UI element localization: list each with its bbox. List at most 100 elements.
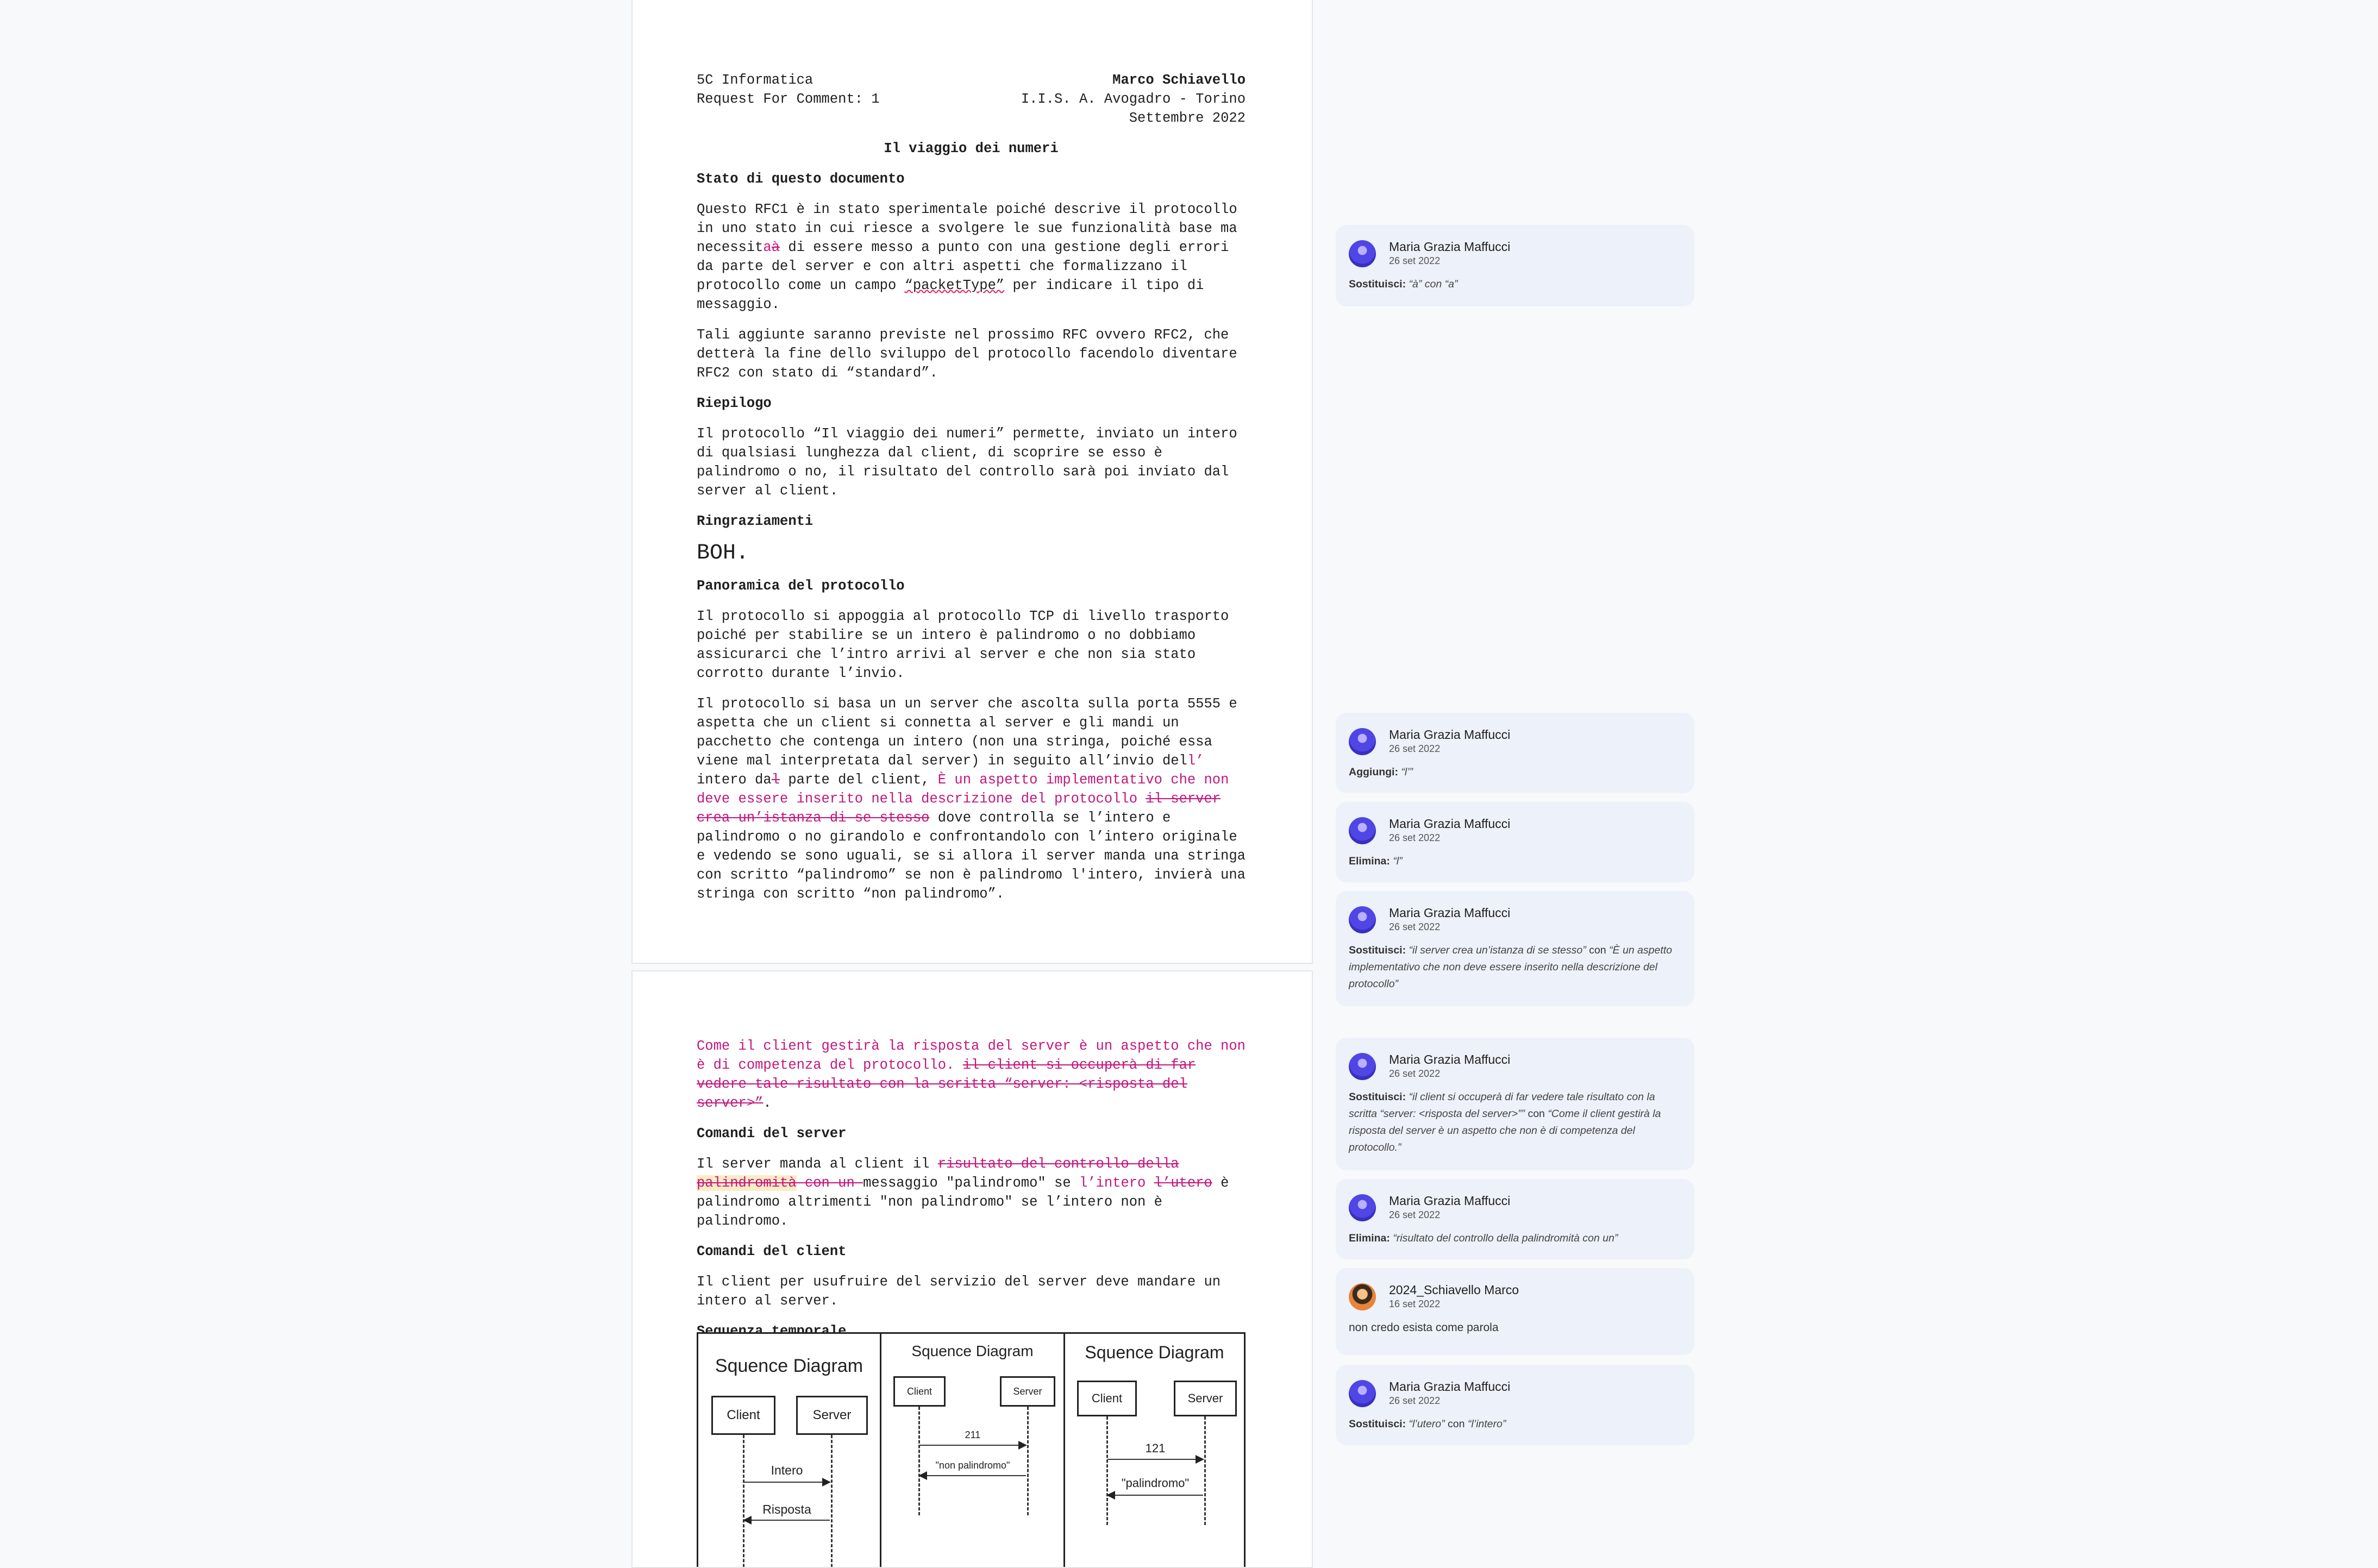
header-date: Settembre 2022: [1129, 110, 1246, 126]
server-box: Server: [1173, 1381, 1237, 1416]
comment-header: Maria Grazia Maffucci 26 set 2022: [1349, 905, 1681, 933]
paragraph-status-2[interactable]: Tali aggiunte saranno previste nel pross…: [697, 325, 1246, 382]
comment-body: Aggiungi: “l’”: [1349, 764, 1681, 781]
comment-card[interactable]: 2024_Schiavello Marco 16 set 2022 non cre…: [1336, 1268, 1694, 1355]
suggested-insertion[interactable]: l’intero: [1079, 1175, 1146, 1191]
suggestion-card[interactable]: Maria Grazia Maffucci 26 set 2022 Elimina…: [1336, 1179, 1694, 1259]
suggested-deletion[interactable]: l: [772, 772, 780, 788]
suggestion-text: “risultato del controllo della palindrom…: [1393, 1232, 1618, 1244]
suggestion-text: “à” con “a”: [1409, 278, 1458, 290]
sequence-diagram-image[interactable]: Squence Diagram Client Server Intero Ris…: [697, 1332, 1246, 1567]
message-label: "non palindromo": [935, 1460, 1010, 1471]
suggestion-card[interactable]: Maria Grazia Maffucci 26 set 2022 Sostitu…: [1336, 225, 1694, 306]
paragraph-summary[interactable]: Il protocollo “Il viaggio dei numeri” pe…: [697, 424, 1246, 500]
comment-date: 26 set 2022: [1389, 921, 1441, 932]
comment-body: Sostituisci: “il server crea un’istanza …: [1349, 942, 1681, 993]
comment-author: Maria Grazia Maffucci: [1389, 1379, 1511, 1394]
text-run: parte del client,: [780, 772, 938, 788]
suggestion-card[interactable]: Maria Grazia Maffucci 26 set 2022 Aggiung…: [1336, 713, 1694, 793]
comment-author: Maria Grazia Maffucci: [1389, 240, 1511, 254]
suggestion-text: “l’”: [1401, 766, 1413, 778]
page-2-content: Come il client gestirà la risposta del s…: [697, 1037, 1246, 1341]
header-course: 5C Informatica: [697, 72, 813, 88]
heading-summary[interactable]: Riepilogo: [697, 394, 1246, 413]
suggested-insertion[interactable]: a: [763, 240, 771, 255]
server-box: Server: [796, 1396, 868, 1435]
client-box: Client: [893, 1376, 946, 1407]
suggested-insertion[interactable]: l’: [1187, 753, 1204, 769]
text-run: Il protocollo si basa un un server che a…: [697, 696, 1237, 769]
comment-header: Maria Grazia Maffucci 26 set 2022: [1349, 1052, 1681, 1080]
heading-client-commands[interactable]: Comandi del client: [697, 1242, 1246, 1261]
comment-author: Maria Grazia Maffucci: [1389, 727, 1511, 742]
comment-header: Maria Grazia Maffucci 26 set 2022: [1349, 727, 1681, 755]
arrow-client-to-server: [1107, 1455, 1204, 1464]
suggestion-type: Sostituisci:: [1349, 1418, 1406, 1430]
comment-date: 26 set 2022: [1389, 255, 1441, 266]
comment-date: 26 set 2022: [1389, 1395, 1441, 1406]
suggested-deletion-highlighted[interactable]: palindromità: [697, 1175, 797, 1191]
paragraph-overview-1[interactable]: Il protocollo si appoggia al protocollo …: [697, 607, 1246, 683]
comment-header: Maria Grazia Maffucci 26 set 2022: [1349, 1379, 1681, 1407]
suggestion-replacement: “l’intero”: [1467, 1418, 1506, 1430]
comment-date: 26 set 2022: [1389, 1068, 1441, 1079]
header-author: Marco Schiavello: [1112, 72, 1246, 88]
diagram-title: Squence Diagram: [715, 1356, 863, 1376]
server-lifeline: [831, 1435, 833, 1567]
server-box: Server: [999, 1376, 1055, 1407]
suggested-deletion[interactable]: l’utero: [1154, 1175, 1212, 1191]
text-run: [954, 1057, 962, 1073]
suggestion-card[interactable]: Maria Grazia Maffucci 26 set 2022 Sostitu…: [1336, 1038, 1694, 1170]
page-1-content: 5C Informatica Request For Comment: 1 Ma…: [697, 71, 1246, 904]
avatar: [1349, 1053, 1376, 1080]
heading-status[interactable]: Stato di questo documento: [697, 170, 1246, 189]
comment-date: 26 set 2022: [1389, 1209, 1441, 1220]
heading-overview[interactable]: Panoramica del protocollo: [697, 576, 1246, 595]
comment-body: Elimina: “l”: [1349, 853, 1681, 870]
suggestion-connector: con: [1586, 944, 1610, 956]
comment-body: Sostituisci: “à” con “a”: [1349, 276, 1681, 293]
suggestion-type: Elimina:: [1349, 855, 1390, 867]
suggestion-text: “l’utero”: [1409, 1418, 1445, 1430]
text-run: messaggio "palindromo" se: [863, 1175, 1079, 1191]
paragraph-status-1[interactable]: Questo RFC1 è in stato sperimentale poic…: [697, 200, 1246, 314]
text-run: [1137, 791, 1146, 807]
suggested-deletion[interactable]: risultato del controllo della: [938, 1156, 1179, 1172]
comment-author: 2024_Schiavello Marco: [1389, 1283, 1519, 1297]
suggestion-type: Sostituisci:: [1349, 278, 1406, 290]
comment-header: 2024_Schiavello Marco 16 set 2022: [1349, 1282, 1681, 1310]
document-title[interactable]: Il viaggio dei numeri: [697, 139, 1246, 158]
text-run: Il server manda al client il: [697, 1156, 938, 1172]
avatar: [1349, 817, 1376, 844]
heading-server-commands[interactable]: Comandi del server: [697, 1124, 1246, 1143]
comment-author: Maria Grazia Maffucci: [1389, 817, 1511, 831]
paragraph-client-handling[interactable]: Come il client gestirà la risposta del s…: [697, 1037, 1246, 1113]
avatar: [1349, 1380, 1376, 1407]
suggestion-card[interactable]: Maria Grazia Maffucci 26 set 2022 Sostitu…: [1336, 891, 1694, 1006]
suggestion-type: Elimina:: [1349, 1232, 1390, 1244]
suggestion-type: Aggiungi:: [1349, 766, 1398, 778]
comment-date: 26 set 2022: [1389, 743, 1441, 754]
avatar: [1349, 728, 1376, 755]
thanks-text[interactable]: BOH.: [697, 541, 1246, 567]
avatar: [1349, 1283, 1376, 1310]
avatar: [1349, 906, 1376, 933]
rfc-header: 5C Informatica Request For Comment: 1 Ma…: [697, 71, 1246, 128]
suggestion-type: Sostituisci:: [1349, 944, 1406, 956]
client-box: Client: [1077, 1381, 1137, 1416]
comment-header: Maria Grazia Maffucci 26 set 2022: [1349, 1193, 1681, 1221]
paragraph-client-commands[interactable]: Il client per usufruire del servizio del…: [697, 1272, 1246, 1310]
suggested-deletion[interactable]: à: [772, 240, 780, 255]
suggested-deletion[interactable]: con un: [797, 1175, 863, 1191]
server-lifeline: [1027, 1407, 1029, 1515]
suggestion-card[interactable]: Maria Grazia Maffucci 26 set 2022 Elimina…: [1336, 802, 1694, 882]
diagram-title: Squence Diagram: [1085, 1343, 1224, 1362]
suggestion-card[interactable]: Maria Grazia Maffucci 26 set 2022 Sostitu…: [1336, 1365, 1694, 1445]
arrow-server-to-client: [918, 1471, 1026, 1480]
heading-thanks[interactable]: Ringraziamenti: [697, 512, 1246, 531]
spellcheck-word[interactable]: “packetType”: [905, 278, 1005, 293]
paragraph-overview-2[interactable]: Il protocollo si basa un un server che a…: [697, 694, 1246, 904]
paragraph-server-commands[interactable]: Il server manda al client il risultato d…: [697, 1155, 1246, 1231]
comment-header: Maria Grazia Maffucci 26 set 2022: [1349, 239, 1681, 267]
avatar: [1349, 240, 1376, 267]
